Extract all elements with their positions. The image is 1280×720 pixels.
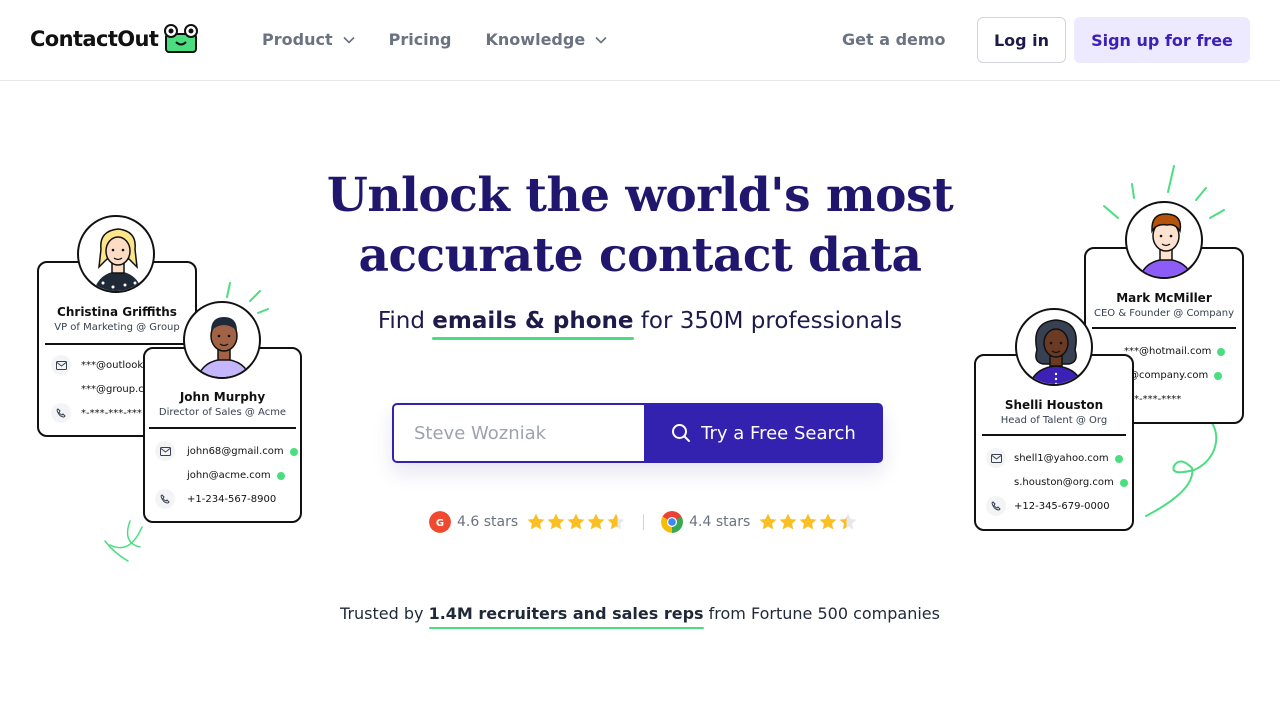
star-icon (779, 513, 797, 530)
nav-product[interactable]: Product (262, 30, 355, 49)
star-icon (799, 513, 817, 530)
phone-icon (986, 496, 1006, 516)
card-divider (45, 343, 189, 345)
star-icon (759, 513, 777, 530)
star-icon (547, 513, 565, 530)
card-phone: *-***-***-*** (81, 408, 142, 419)
card-phone: +1-234-567-8900 (187, 494, 277, 505)
card-title: Head of Talent @ Org (1000, 415, 1108, 426)
search-form: Try a Free Search (392, 403, 883, 463)
trusted-bold: 1.4M recruiters and sales reps (428, 604, 704, 623)
card-email-2-text: s.houston@org.com (1014, 477, 1114, 488)
get-demo-link[interactable]: Get a demo (842, 30, 946, 49)
trusted-suffix: from Fortune 500 companies (703, 604, 940, 623)
squiggle-decoration (1145, 411, 1218, 517)
headline-line-2: accurate contact data (358, 228, 922, 283)
site-header: ContactOut Product Pricing Knowledge Get… (0, 0, 1280, 81)
main-nav: Product Pricing Knowledge (262, 30, 641, 49)
card-email-2: s.houston@org.com (1014, 477, 1128, 488)
nav-knowledge[interactable]: Knowledge (486, 30, 608, 49)
card-name: Mark McMiller (1116, 291, 1212, 305)
free-search-label: Try a Free Search (701, 422, 856, 444)
star-icon (567, 513, 585, 530)
rating-g2-stars (526, 512, 626, 532)
hero-subheadline: Find emails & phone for 350M professiona… (240, 308, 1040, 334)
rating-chrome[interactable]: 4.4 stars (661, 511, 858, 533)
rating-g2-label: 4.6 stars (457, 514, 519, 530)
verified-dot (1114, 454, 1123, 463)
verified-dot (1217, 347, 1226, 356)
card-email-1: john68@gmail.com (187, 446, 298, 457)
card-email-1: ***@outlook. (81, 360, 147, 371)
search-icon (672, 424, 691, 442)
rating-chrome-label: 4.4 stars (689, 514, 751, 530)
card-email-1-text: john68@gmail.com (187, 446, 284, 457)
star-icon (607, 513, 625, 530)
card-email-1: shell1@yahoo.com (1014, 453, 1123, 464)
logo-eyes-icon (164, 24, 199, 53)
card-phone: +12-345-679-0000 (1014, 501, 1110, 512)
card-email-1-text: ***@hotmail.com (1124, 346, 1212, 357)
search-input[interactable] (392, 403, 644, 463)
nav-product-label: Product (262, 30, 333, 49)
chrome-icon (661, 511, 684, 533)
trusted-prefix: Trusted by (340, 604, 429, 623)
nav-pricing-label: Pricing (388, 30, 452, 49)
card-divider (1092, 327, 1236, 329)
card-title: CEO & Founder @ Company (1093, 308, 1235, 319)
avatar-mark (1125, 201, 1203, 279)
verified-dot (1119, 478, 1128, 487)
phone-icon (51, 403, 71, 423)
card-email-2-text: john@acme.com (187, 470, 271, 481)
rating-divider (643, 514, 645, 530)
verified-dot (1214, 371, 1223, 380)
trusted-by-text: Trusted by 1.4M recruiters and sales rep… (240, 604, 1040, 623)
headline-line-1: Unlock the world's most (326, 168, 954, 223)
avatar-shelli (1015, 308, 1093, 386)
star-icon (839, 513, 857, 530)
brand-name: ContactOut (30, 27, 159, 51)
star-icon (587, 513, 605, 530)
card-name: Christina Griffiths (57, 305, 177, 319)
star-icon (527, 513, 545, 530)
verified-dot (289, 447, 298, 456)
card-title: VP of Marketing @ Group (54, 322, 180, 333)
card-name: Shelli Houston (1004, 398, 1104, 412)
card-email-1-text: shell1@yahoo.com (1014, 453, 1109, 464)
chevron-down-icon (595, 36, 607, 44)
signup-button[interactable]: Sign up for free (1074, 17, 1250, 63)
card-email-1: ***@hotmail.com (1124, 346, 1226, 357)
login-button[interactable]: Log in (977, 17, 1066, 63)
nav-knowledge-label: Knowledge (485, 30, 586, 49)
sub-suffix: for 350M professionals (633, 308, 903, 334)
sub-bold: emails & phone (432, 308, 634, 334)
hero-headline: Unlock the world's most accurate contact… (240, 166, 1040, 286)
mail-icon (986, 448, 1006, 468)
card-divider (982, 434, 1126, 436)
sub-prefix: Find (377, 308, 433, 334)
star-icon (819, 513, 837, 530)
card-email-2: ***@group.co (81, 384, 150, 395)
card-divider (149, 427, 296, 429)
ratings-bar: G 4.6 stars 4.4 stars (429, 511, 858, 533)
free-search-button[interactable]: Try a Free Search (644, 403, 883, 463)
g2-icon: G (429, 511, 451, 533)
rating-g2[interactable]: G 4.6 stars (429, 511, 626, 533)
nav-pricing[interactable]: Pricing (389, 30, 452, 49)
mail-icon (155, 441, 175, 461)
avatar-john (183, 301, 261, 379)
card-email-2: *@company.com (1124, 370, 1223, 381)
brand-logo[interactable]: ContactOut (30, 24, 200, 54)
phone-icon (155, 489, 175, 509)
card-email-2-text: *@company.com (1124, 370, 1209, 381)
card-name: John Murphy (179, 390, 266, 404)
chevron-down-icon (343, 36, 355, 44)
card-email-2: john@acme.com (187, 470, 285, 481)
card-title: Director of Sales @ Acme (158, 407, 287, 418)
svg-text:G: G (436, 518, 444, 529)
verified-dot (276, 471, 285, 480)
avatar-christina (77, 215, 155, 293)
mail-icon (51, 355, 71, 375)
rating-chrome-stars (758, 512, 858, 532)
